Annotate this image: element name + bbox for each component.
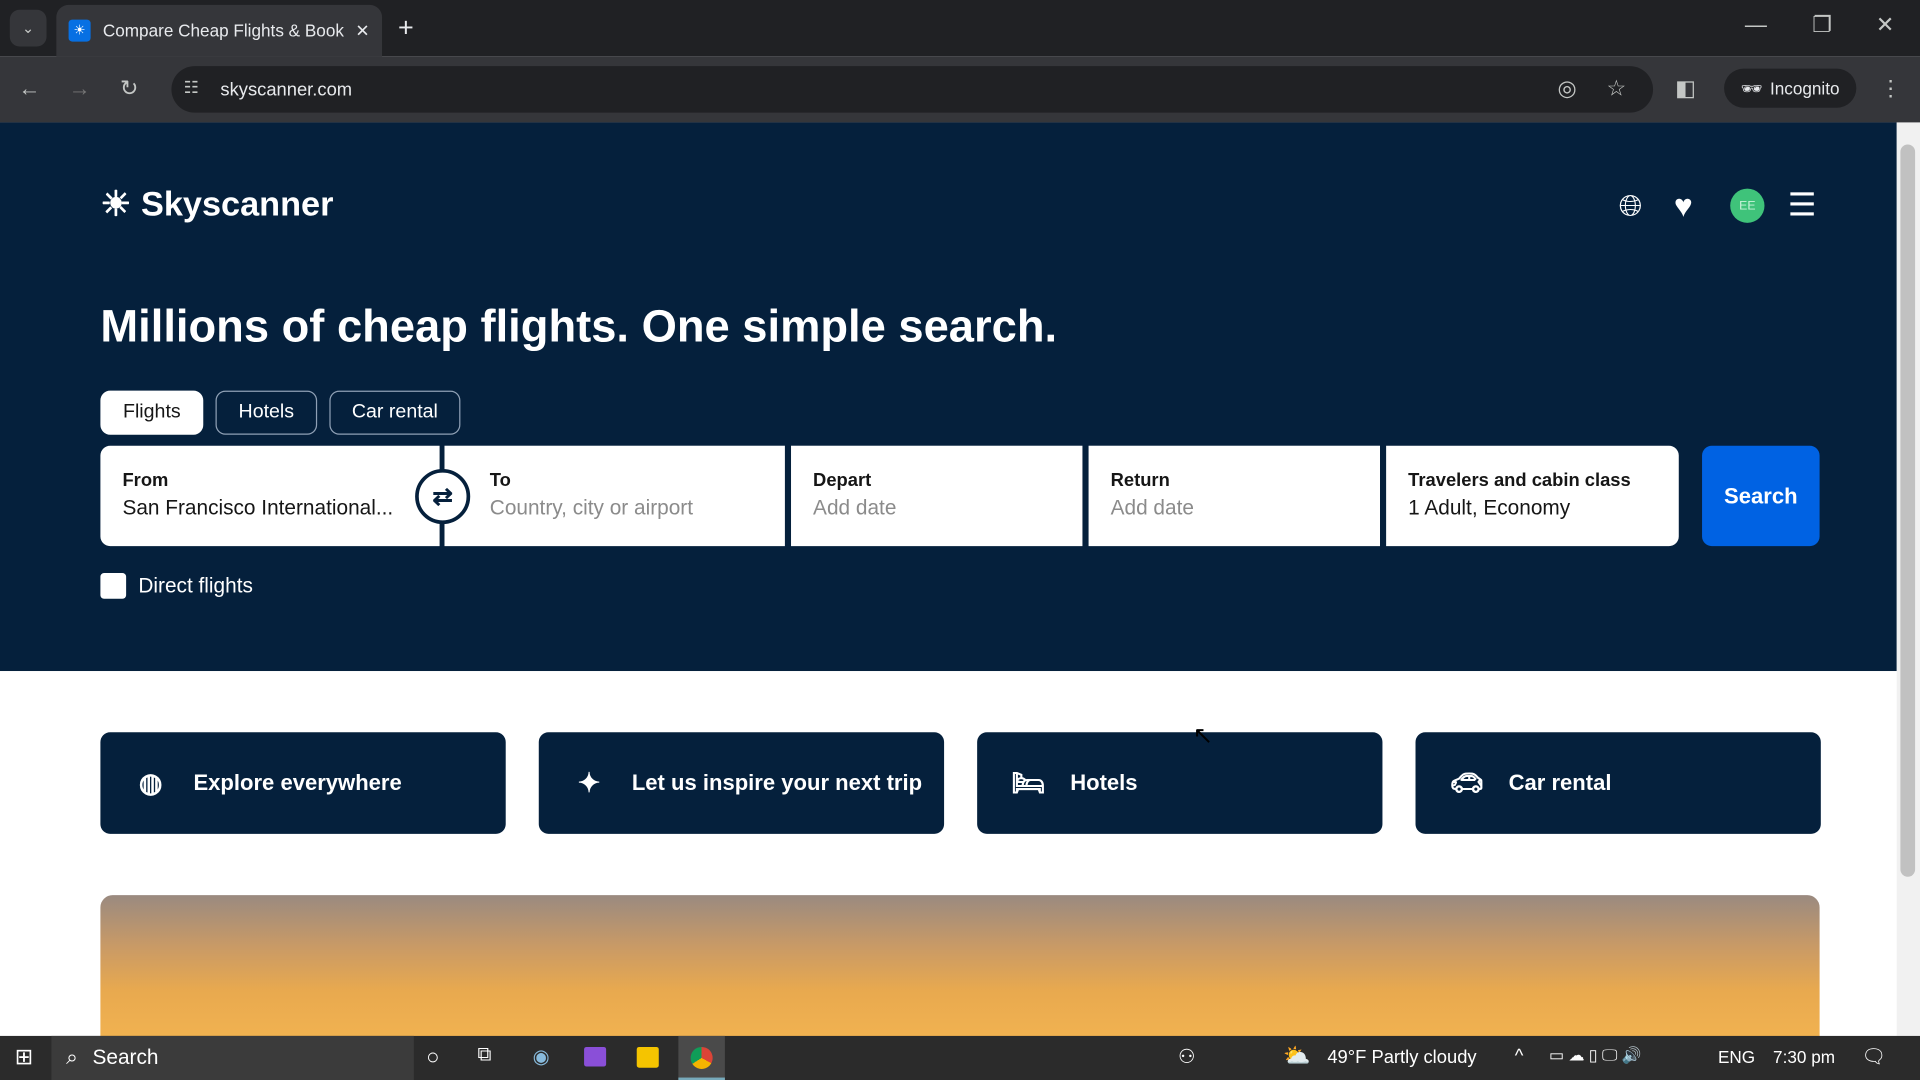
tray-icons[interactable]: ▭ ☁ ▯ 🖵 🔊 [1549, 1046, 1642, 1066]
travelers-label: Travelers and cabin class [1408, 470, 1631, 492]
travelers-value: 1 Adult, Economy [1408, 495, 1571, 520]
side-panel-icon[interactable]: ◧ [1675, 76, 1696, 102]
chrome-taskbar-icon[interactable] [678, 1035, 725, 1080]
search-icon: ⌕ [66, 1045, 78, 1069]
skyscanner-logo[interactable]: ☀ Skyscanner [100, 184, 333, 224]
browser-tab[interactable]: ☀ Compare Cheap Flights & Book ✕ [56, 4, 383, 57]
forward-icon[interactable]: → [69, 76, 91, 102]
taskbar-search-label: Search [92, 1045, 159, 1069]
task-view-icon[interactable]: ⧉ [478, 1044, 492, 1066]
windows-start-icon[interactable]: ⊞ [15, 1044, 33, 1070]
show-hidden-icons[interactable]: ^ [1515, 1046, 1524, 1067]
from-value: San Francisco International... [122, 495, 394, 520]
menu-dots-icon[interactable]: ⋮ [1880, 76, 1902, 102]
tab-car-rental[interactable]: Car rental [329, 390, 461, 435]
hotels-card[interactable]: 🛏︎ Hotels [977, 732, 1383, 834]
tab-flights[interactable]: Flights [100, 390, 204, 435]
explore-everywhere-card[interactable]: ◍ Explore everywhere [100, 732, 506, 834]
to-label: To [489, 470, 511, 492]
mouse-cursor-icon: ↖ [1192, 722, 1214, 750]
sparkle-icon: ✦ [577, 767, 601, 798]
card-label: Explore everywhere [193, 770, 402, 795]
back-icon[interactable]: ← [18, 76, 40, 102]
weather-text[interactable]: 49°F Partly cloudy [1327, 1047, 1476, 1068]
globe-icon[interactable]: 🌐︎ [1619, 190, 1643, 224]
bed-icon: 🛏︎ [1011, 767, 1046, 798]
page-title: Millions of cheap flights. One simple se… [100, 301, 1058, 352]
return-field[interactable]: Return Add date [1088, 445, 1381, 547]
logo-text: Skyscanner [140, 184, 334, 223]
clock[interactable]: 7:30 pm [1773, 1047, 1835, 1067]
car-icon: 🚗︎ [1449, 767, 1485, 798]
reload-icon[interactable]: ↻ [120, 76, 138, 102]
direct-flights-checkbox[interactable] [100, 573, 127, 599]
url-text: skyscanner.com [220, 78, 353, 100]
incognito-icon: 🕶 [1740, 77, 1763, 98]
search-button[interactable]: Search [1702, 445, 1820, 547]
depart-label: Depart [813, 470, 872, 492]
globe-icon: ◍ [138, 767, 163, 798]
new-tab-icon[interactable]: + [398, 12, 414, 44]
travelers-field[interactable]: Travelers and cabin class 1 Adult, Econom… [1386, 445, 1679, 547]
return-placeholder: Add date [1110, 495, 1194, 520]
card-label: Car rental [1508, 770, 1612, 795]
tab-search-button[interactable]: ⌄ [9, 9, 47, 47]
sunset-banner-image [100, 895, 1820, 1043]
site-info-icon[interactable]: ☷ [184, 77, 199, 98]
depart-placeholder: Add date [813, 495, 897, 520]
swap-icon[interactable]: ⇄ [415, 468, 471, 525]
notifications-icon[interactable]: 🗨 [1861, 1044, 1886, 1068]
direct-flights-label[interactable]: Direct flights [138, 574, 253, 598]
incognito-label: Incognito [1769, 78, 1840, 98]
cortana-icon[interactable]: ○ [426, 1044, 439, 1070]
return-label: Return [1110, 470, 1170, 492]
scrollbar-thumb[interactable] [1900, 144, 1916, 877]
heart-icon[interactable]: ♥ [1674, 187, 1693, 225]
tab-strip: ⌄ ☀ Compare Cheap Flights & Book ✕ + — ❐… [0, 0, 1920, 57]
people-icon[interactable]: ⚇ [1178, 1044, 1196, 1068]
address-bar[interactable]: ☷ skyscanner.com ◎ ☆ [171, 66, 1654, 113]
eye-off-icon[interactable]: ◎ [1558, 76, 1577, 102]
restore-icon[interactable]: ❐ [1812, 12, 1832, 38]
incognito-button[interactable]: 🕶 Incognito [1724, 68, 1857, 108]
card-label: Hotels [1070, 770, 1138, 795]
hamburger-menu-icon[interactable]: ☰ [1788, 186, 1817, 224]
close-tab-icon[interactable]: ✕ [355, 20, 369, 41]
inspire-trip-card[interactable]: ✦ Let us inspire your next trip [538, 732, 945, 834]
skyscanner-favicon: ☀ [68, 19, 91, 42]
minimize-icon[interactable]: — [1745, 12, 1767, 38]
star-icon[interactable]: ☆ [1607, 76, 1627, 102]
sunrise-logo-icon: ☀ [100, 184, 132, 223]
from-label: From [122, 470, 169, 492]
app-icon[interactable] [584, 1046, 607, 1067]
tab-title: Compare Cheap Flights & Book [102, 20, 344, 41]
taskbar-search[interactable]: ⌕ Search [51, 1035, 414, 1080]
from-field[interactable]: From San Francisco International... [100, 445, 440, 547]
card-label: Let us inspire your next trip [631, 770, 923, 795]
to-placeholder: Country, city or airport [489, 495, 694, 520]
avatar[interactable]: EE [1730, 188, 1765, 223]
to-field[interactable]: To Country, city or airport [444, 445, 785, 547]
app-icon[interactable]: ◉ [533, 1044, 550, 1068]
weather-icon[interactable]: ⛅ [1283, 1043, 1310, 1069]
car-rental-card[interactable]: 🚗︎ Car rental [1415, 732, 1821, 834]
sticky-notes-icon[interactable] [636, 1046, 659, 1068]
close-window-icon[interactable]: ✕ [1876, 12, 1894, 38]
language-indicator[interactable]: ENG [1718, 1047, 1755, 1067]
depart-field[interactable]: Depart Add date [791, 445, 1083, 547]
tab-hotels[interactable]: Hotels [215, 390, 318, 435]
